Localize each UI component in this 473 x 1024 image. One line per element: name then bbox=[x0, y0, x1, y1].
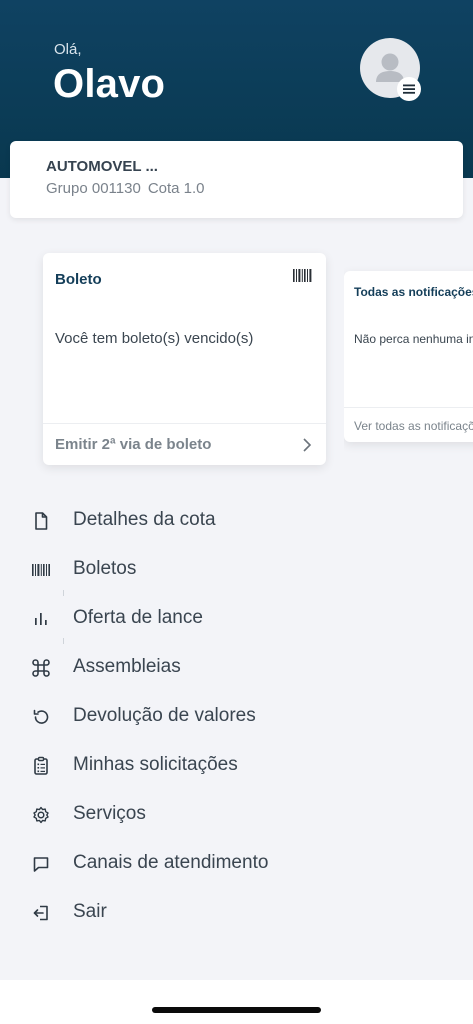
bottom-safe-area bbox=[0, 980, 473, 1024]
menu-item-label: Detalhes da cota bbox=[73, 509, 216, 530]
notifications-card-viewport: Todas as notificações Não perca nenhuma … bbox=[344, 260, 473, 460]
clipboard-list-icon bbox=[34, 756, 48, 775]
menu-item-label: Serviços bbox=[73, 803, 146, 824]
menu-item-minhas-solicitacoes[interactable]: Minhas solicitações bbox=[0, 742, 473, 791]
boleto-card-title: Boleto bbox=[55, 271, 102, 288]
home-indicator[interactable] bbox=[152, 1007, 321, 1013]
quota-card[interactable]: AUTOMOVEL ... Grupo 001130 Cota 1.0 bbox=[10, 141, 463, 218]
boleto-card-message: Você tem boleto(s) vencido(s) bbox=[55, 330, 254, 347]
chevron-right-icon bbox=[303, 438, 312, 452]
menu-item-label: Canais de atendimento bbox=[73, 852, 269, 873]
quota-label: Cota 1.0 bbox=[147, 180, 205, 197]
group-label: Grupo 001130 bbox=[46, 180, 141, 197]
emit-boleto-link[interactable]: Emitir 2ª via de boleto bbox=[55, 436, 211, 453]
boleto-card[interactable]: Boleto Você tem boleto(s) vencido(s) Emi… bbox=[43, 253, 326, 465]
chat-icon bbox=[33, 857, 49, 872]
notifications-card-message: Não perca nenhuma inf bbox=[354, 332, 473, 346]
logout-icon bbox=[33, 905, 48, 921]
bar-chart-icon bbox=[35, 613, 47, 625]
user-name: Olavo bbox=[53, 62, 166, 106]
menu-item-label: Boletos bbox=[73, 558, 137, 579]
menu-item-sair[interactable]: Sair bbox=[0, 889, 473, 938]
notifications-card-title: Todas as notificações bbox=[354, 285, 473, 299]
quota-title: AUTOMOVEL ... bbox=[46, 158, 158, 175]
notifications-card-footer[interactable]: Ver todas as notificaçõ bbox=[344, 407, 473, 442]
hamburger-menu-icon bbox=[403, 84, 415, 94]
menu-item-assembleias[interactable]: Assembleias bbox=[0, 644, 473, 693]
barcode-icon bbox=[32, 564, 50, 576]
menu-item-oferta-de-lance[interactable]: Oferta de lance bbox=[0, 595, 473, 644]
menu-divider bbox=[63, 638, 64, 644]
menu-item-label: Minhas solicitações bbox=[73, 754, 238, 775]
menu-divider bbox=[63, 590, 64, 596]
command-icon bbox=[32, 659, 50, 677]
document-icon bbox=[35, 512, 48, 530]
menu-item-label: Assembleias bbox=[73, 656, 181, 677]
menu-item-label: Devolução de valores bbox=[73, 705, 256, 726]
menu-item-label: Sair bbox=[73, 901, 107, 922]
quota-details: Grupo 001130 Cota 1.0 bbox=[46, 180, 205, 197]
menu-item-canais-de-atendimento[interactable]: Canais de atendimento bbox=[0, 840, 473, 889]
notifications-card[interactable]: Todas as notificações Não perca nenhuma … bbox=[344, 271, 473, 442]
barcode-icon bbox=[293, 269, 312, 282]
menu-item-detalhes-da-cota[interactable]: Detalhes da cota bbox=[0, 497, 473, 546]
boleto-card-footer[interactable]: Emitir 2ª via de boleto bbox=[43, 423, 326, 465]
menu-item-servicos[interactable]: Serviços bbox=[0, 791, 473, 840]
menu-item-devolucao-de-valores[interactable]: Devolução de valores bbox=[0, 693, 473, 742]
menu-item-label: Oferta de lance bbox=[73, 607, 203, 628]
gear-icon bbox=[33, 806, 49, 824]
undo-icon bbox=[33, 709, 49, 724]
avatar-menu-button[interactable] bbox=[397, 77, 421, 101]
view-all-notifications-link[interactable]: Ver todas as notificaçõ bbox=[354, 419, 473, 433]
greeting-text: Olá, bbox=[54, 41, 82, 58]
menu-item-boletos[interactable]: Boletos bbox=[0, 546, 473, 595]
